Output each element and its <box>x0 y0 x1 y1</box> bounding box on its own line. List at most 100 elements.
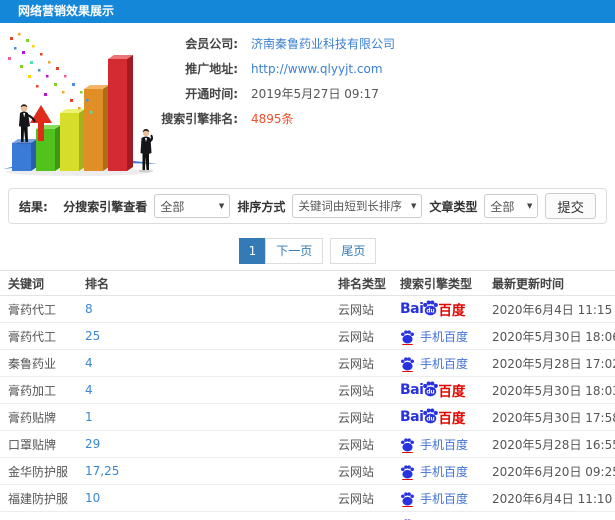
open-time-value: 2019年5月27日 09:17 <box>251 87 379 101</box>
confetti <box>8 33 93 114</box>
updated-cell: 2020年6月4日 11:15 <box>492 302 613 317</box>
article-type-label: 文章类型 <box>429 199 478 214</box>
engine-cell: Bai du 百度 <box>400 299 492 319</box>
keyword-cell: 膏药加工 <box>8 383 57 398</box>
bar-orange <box>84 85 109 171</box>
table-row <box>0 512 615 520</box>
rank-type-cell: 云网站 <box>338 491 375 506</box>
company-label: 会员公司: <box>185 37 238 51</box>
svg-text:du: du <box>427 308 435 314</box>
table-header-row: 关键词 排名 排名类型 搜索引擎类型 最新更新时间 <box>0 270 615 296</box>
baidu-paw-icon <box>401 437 414 451</box>
rank-type-cell: 云网站 <box>338 356 375 371</box>
table-row: 膏药贴牌 1 云网站 Bai du 百度 2020年5月30日 17:58 <box>0 404 615 431</box>
baidu-paw-icon <box>401 491 414 505</box>
table-row: 口罩贴牌 29 云网站 手机百度 2020年5月28日 16:55 <box>0 431 615 458</box>
promo-url-link[interactable]: http://www.qlyyjt.com <box>251 62 383 76</box>
red-underline <box>402 370 413 372</box>
updated-cell: 2020年5月28日 16:55 <box>492 437 615 452</box>
rank-type-cell: 云网站 <box>338 329 375 344</box>
rank-link[interactable]: 1 <box>85 410 338 424</box>
keyword-cell: 秦鲁药业 <box>8 356 57 371</box>
sort-select[interactable]: 关键词由短到长排序 ▼ <box>292 194 423 218</box>
keyword-cell: 膏药代工 <box>8 302 57 317</box>
info-fields: 会员公司: 济南秦鲁药业科技有限公司 推广地址: http://www.qlyy… <box>150 31 395 131</box>
info-row-company: 会员公司: 济南秦鲁药业科技有限公司 <box>150 31 395 56</box>
next-page-button[interactable]: 下一页 <box>265 238 324 264</box>
baidu-pc-logo: Bai du 百度 <box>400 300 466 319</box>
baidu-pc-logo: Bai du 百度 <box>400 381 466 400</box>
baidu-paw-icon: du <box>423 381 439 397</box>
engine-cell: Bai du 百度 <box>400 407 492 427</box>
company-link[interactable]: 济南秦鲁药业科技有限公司 <box>251 35 395 52</box>
sort-label: 排序方式 <box>237 199 286 214</box>
promo-url-label: 推广地址: <box>185 62 238 76</box>
engine-filter-select[interactable]: 全部 ▼ <box>154 194 231 218</box>
submit-button[interactable]: 提交 <box>545 193 596 219</box>
keyword-cell: 金华防护服 <box>8 464 69 479</box>
ranking-count-value: 4895条 <box>251 112 294 126</box>
info-row-url: 推广地址: http://www.qlyyjt.com <box>150 56 395 81</box>
baidu-paw-icon <box>401 464 414 478</box>
table-row: 福建防护服 10 云网站 手机百度 2020年6月4日 11:10 <box>0 485 615 512</box>
baidu-paw-icon: du <box>423 408 439 424</box>
baidu-paw-icon <box>401 329 414 343</box>
red-underline <box>402 451 413 453</box>
open-time-label: 开通时间: <box>185 87 238 101</box>
engine-cell: 手机百度 <box>400 436 492 453</box>
info-row-ranking-count: 搜索引擎排名: 4895条 <box>150 106 395 131</box>
chevron-down-icon: ▼ <box>218 202 225 210</box>
updated-cell: 2020年5月30日 18:03 <box>492 383 615 398</box>
article-type-select[interactable]: 全部 ▼ <box>484 194 539 218</box>
header-rank: 排名 <box>85 276 110 291</box>
chevron-down-icon: ▼ <box>410 202 417 210</box>
baidu-mobile-logo: 手机百度 <box>400 490 468 507</box>
engine-cell: 手机百度 <box>400 463 492 480</box>
header-updated: 最新更新时间 <box>492 276 565 291</box>
engine-cell: Bai du 百度 <box>400 380 492 400</box>
result-label: 结果: <box>19 199 48 214</box>
results-table: 关键词 排名 排名类型 搜索引擎类型 最新更新时间 膏药代工 8 云网站 Bai du 百… <box>0 270 615 520</box>
engine-cell: 手机百度 <box>400 490 492 507</box>
red-underline <box>402 343 413 345</box>
header-engine-type: 搜索引擎类型 <box>400 276 473 291</box>
filter-band: 结果: 分搜索引擎查看 全部 ▼ 排序方式 关键词由短到长排序 ▼ 文章类型 全… <box>0 180 615 232</box>
engine-filter-value: 全部 <box>160 199 185 214</box>
rank-link[interactable]: 4 <box>85 356 338 370</box>
rank-type-cell: 云网站 <box>338 302 375 317</box>
svg-text:du: du <box>427 389 435 395</box>
sort-value: 关键词由短到长排序 <box>298 199 402 213</box>
bar-chart-illustration <box>3 33 157 176</box>
rank-link[interactable]: 29 <box>85 437 338 451</box>
last-page-button[interactable]: 尾页 <box>330 238 377 264</box>
page-button-current[interactable]: 1 <box>238 238 267 264</box>
baidu-paw-icon: du <box>423 300 439 316</box>
baidu-mobile-logo: 手机百度 <box>400 328 468 345</box>
rank-link[interactable]: 17,25 <box>85 464 338 478</box>
keyword-cell: 膏药贴牌 <box>8 410 57 425</box>
table-row: 秦鲁药业 4 云网站 手机百度 2020年5月28日 17:02 <box>0 350 615 377</box>
rank-link[interactable]: 25 <box>85 329 338 343</box>
bar-red <box>108 55 133 171</box>
updated-cell: 2020年5月30日 17:58 <box>492 410 615 425</box>
ranking-count-label: 搜索引擎排名: <box>161 112 238 126</box>
baidu-mobile-logo: 手机百度 <box>400 463 468 480</box>
member-info-section: 会员公司: 济南秦鲁药业科技有限公司 推广地址: http://www.qlyy… <box>0 23 615 180</box>
baidu-mobile-logo: 手机百度 <box>400 355 468 372</box>
keyword-cell: 膏药代工 <box>8 329 57 344</box>
table-row: 膏药代工 25 云网站 手机百度 2020年5月30日 18:06 <box>0 323 615 350</box>
page-title: 网络营销效果展示 <box>18 4 115 18</box>
updated-cell: 2020年5月28日 17:02 <box>492 356 615 371</box>
rank-link[interactable]: 4 <box>85 383 338 397</box>
updated-cell: 2020年5月30日 18:06 <box>492 329 615 344</box>
engine-cell: 手机百度 <box>400 355 492 372</box>
red-underline <box>402 505 413 507</box>
filter-controls: 分搜索引擎查看 全部 ▼ 排序方式 关键词由短到长排序 ▼ 文章类型 全部 ▼ … <box>63 193 596 219</box>
baidu-pc-logo: Bai du 百度 <box>400 408 466 427</box>
rank-type-cell: 云网站 <box>338 437 375 452</box>
rank-link[interactable]: 10 <box>85 491 338 505</box>
table-row: 金华防护服 17,25 云网站 手机百度 2020年6月20日 09:25 <box>0 458 615 485</box>
rank-type-cell: 云网站 <box>338 464 375 479</box>
rank-link[interactable]: 8 <box>85 302 338 316</box>
header-keyword: 关键词 <box>8 276 45 291</box>
